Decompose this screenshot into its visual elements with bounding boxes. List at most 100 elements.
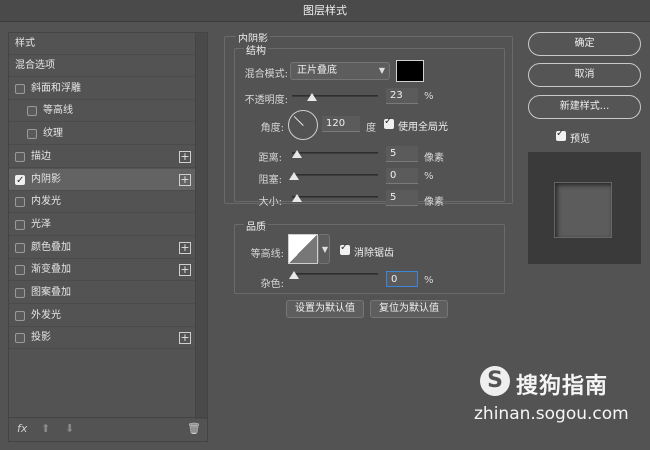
- add-effect-icon[interactable]: +: [179, 264, 191, 277]
- sidebar-item-checkbox[interactable]: [15, 83, 25, 94]
- styles-list-footer: fx ⬆ ⬇ 🗑: [9, 417, 207, 441]
- sidebar-item[interactable]: 混合选项: [9, 55, 195, 77]
- sidebar-item-label: 纹理: [43, 128, 63, 140]
- size-input[interactable]: 5: [386, 190, 418, 206]
- sidebar-item-checkbox[interactable]: [15, 219, 25, 230]
- sidebar-item-label: 渐变叠加: [31, 264, 71, 276]
- sidebar-item-label: 光泽: [31, 218, 51, 230]
- sidebar-item-checkbox[interactable]: [15, 242, 25, 253]
- new-style-button[interactable]: 新建样式...: [528, 95, 641, 119]
- sidebar-item-checkbox[interactable]: [15, 197, 25, 208]
- sogou-logo-icon: S: [480, 366, 510, 396]
- distance-slider-track[interactable]: [292, 152, 378, 154]
- add-effect-icon[interactable]: +: [179, 332, 191, 345]
- opacity-label: 不透明度:: [244, 95, 288, 106]
- styles-header-label: 样式: [15, 38, 35, 49]
- sidebar-item-checkbox[interactable]: [27, 129, 37, 140]
- choke-unit: %: [424, 171, 434, 182]
- antialias-label: 消除锯齿: [354, 248, 394, 259]
- contour-picker-button[interactable]: ▼: [318, 234, 330, 264]
- cancel-button[interactable]: 取消: [528, 63, 641, 87]
- opacity-slider-track[interactable]: [292, 95, 378, 97]
- sidebar-item[interactable]: 斜面和浮雕: [9, 78, 195, 100]
- move-up-icon[interactable]: ⬆: [41, 422, 50, 435]
- noise-unit: %: [424, 275, 434, 286]
- preview-checkbox[interactable]: [556, 128, 566, 141]
- opacity-unit: %: [424, 91, 434, 102]
- angle-input[interactable]: 120: [322, 116, 360, 132]
- sidebar-item[interactable]: 颜色叠加 +: [9, 237, 195, 259]
- distance-input[interactable]: 5: [386, 146, 418, 162]
- sidebar-item[interactable]: 内阴影 +: [9, 168, 195, 192]
- ok-button[interactable]: 确定: [528, 32, 641, 56]
- styles-header[interactable]: 样式: [9, 33, 195, 55]
- sidebar-item[interactable]: 图案叠加: [9, 282, 195, 304]
- watermark-url: zhinan.sogou.com: [474, 404, 629, 424]
- sidebar-item-label: 描边: [31, 150, 51, 162]
- shadow-color-swatch[interactable]: [396, 60, 424, 82]
- sidebar-item-checkbox[interactable]: [15, 310, 25, 321]
- chevron-down-icon: ▼: [321, 245, 328, 254]
- choke-slider-track[interactable]: [292, 174, 378, 176]
- add-effect-icon[interactable]: +: [179, 241, 191, 254]
- fx-icon[interactable]: fx: [17, 422, 27, 435]
- sidebar-item-label: 内发光: [31, 196, 61, 208]
- noise-input[interactable]: 0: [386, 271, 418, 287]
- style-preview: [528, 152, 641, 264]
- sidebar-item-checkbox[interactable]: [15, 265, 25, 276]
- sidebar-item[interactable]: 外发光: [9, 305, 195, 327]
- angle-needle: [293, 116, 304, 126]
- noise-slider-handle[interactable]: [289, 271, 299, 279]
- styles-list-scrollbar[interactable]: [195, 33, 207, 419]
- contour-label: 等高线:: [250, 249, 284, 260]
- move-down-icon[interactable]: ⬇: [65, 422, 74, 435]
- preview-label: 预览: [570, 134, 590, 145]
- opacity-slider-handle[interactable]: [306, 93, 317, 101]
- blend-mode-select[interactable]: 正片叠底 ▼: [290, 62, 390, 80]
- sidebar-item-label: 图案叠加: [31, 287, 71, 298]
- size-label: 大小:: [258, 197, 282, 208]
- distance-unit: 像素: [424, 153, 444, 164]
- sidebar-item-checkbox[interactable]: [15, 151, 25, 162]
- noise-label: 杂色:: [260, 279, 284, 290]
- noise-slider-track[interactable]: [292, 273, 378, 275]
- sidebar-item[interactable]: 渐变叠加 +: [9, 259, 195, 282]
- sidebar-item-label: 等高线: [43, 105, 73, 117]
- window-title: 图层样式: [0, 0, 650, 22]
- sidebar-item-label: 颜色叠加: [31, 241, 71, 253]
- add-effect-icon[interactable]: +: [179, 173, 191, 186]
- sidebar-item-checkbox[interactable]: [15, 170, 25, 192]
- add-effect-icon[interactable]: +: [179, 150, 191, 163]
- distance-slider-handle[interactable]: [292, 150, 302, 158]
- size-slider-track[interactable]: [292, 196, 378, 198]
- sidebar-item[interactable]: 投影 +: [9, 327, 195, 350]
- sidebar-item[interactable]: 等高线: [9, 100, 195, 123]
- angle-dial[interactable]: [288, 110, 318, 140]
- distance-label: 距离:: [258, 153, 282, 164]
- opacity-input[interactable]: 23: [386, 88, 418, 104]
- contour-preview[interactable]: [288, 234, 318, 264]
- global-light-label: 使用全局光: [398, 122, 448, 133]
- sidebar-item-label: 内阴影: [31, 173, 61, 185]
- reset-default-button[interactable]: 复位为默认值: [370, 300, 448, 318]
- sidebar-item[interactable]: 纹理: [9, 123, 195, 146]
- sidebar-item-checkbox[interactable]: [27, 106, 37, 117]
- trash-icon[interactable]: 🗑: [187, 422, 201, 435]
- sidebar-item[interactable]: 光泽: [9, 214, 195, 236]
- sidebar-item-label: 投影: [31, 332, 51, 344]
- antialias-checkbox[interactable]: [340, 242, 350, 255]
- choke-slider-handle[interactable]: [289, 172, 299, 180]
- angle-unit: 度: [366, 123, 376, 134]
- sidebar-item[interactable]: 描边 +: [9, 146, 195, 168]
- sidebar-item-checkbox[interactable]: [15, 333, 25, 344]
- sidebar-item[interactable]: 内发光: [9, 191, 195, 214]
- choke-input[interactable]: 0: [386, 168, 418, 184]
- sidebar-item-label: 混合选项: [15, 60, 55, 71]
- size-slider-handle[interactable]: [292, 194, 302, 202]
- set-default-button[interactable]: 设置为默认值: [286, 300, 364, 318]
- blend-mode-label: 混合模式:: [244, 69, 288, 80]
- blend-mode-value: 正片叠底: [297, 65, 337, 76]
- quality-title: 品质: [244, 218, 268, 233]
- sidebar-item-checkbox[interactable]: [15, 288, 25, 298]
- global-light-checkbox[interactable]: [384, 116, 394, 129]
